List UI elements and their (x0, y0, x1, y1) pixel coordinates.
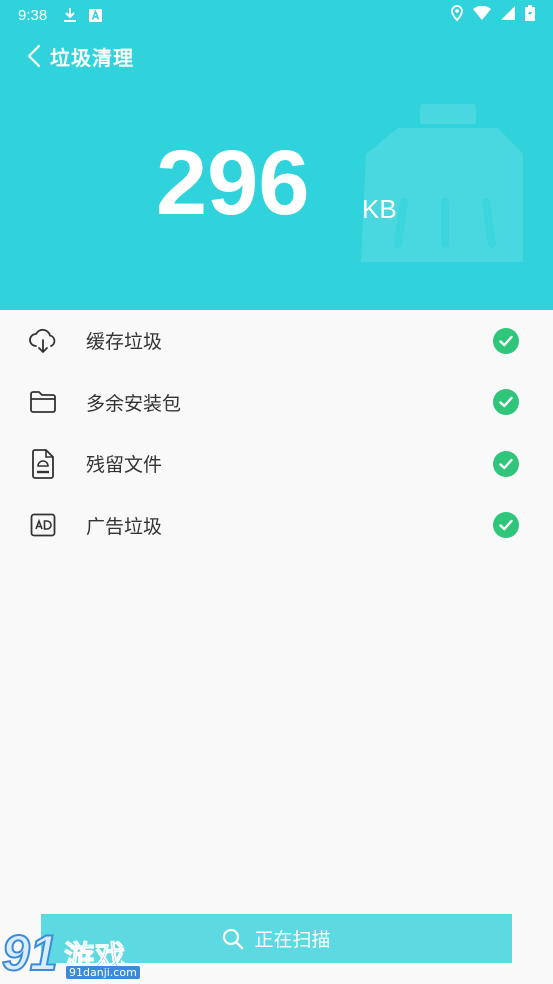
font-a-icon (89, 8, 103, 22)
list-item-ad-junk[interactable]: 广告垃圾 (0, 495, 553, 557)
status-bar: 9:38 (0, 0, 553, 30)
list-item-label: 缓存垃圾 (86, 331, 163, 354)
checked-icon[interactable] (493, 450, 519, 477)
status-right-icons (451, 5, 535, 25)
download-icon (63, 7, 77, 23)
battery-icon (525, 5, 535, 25)
signal-icon (501, 6, 515, 24)
wifi-icon (473, 5, 491, 24)
location-icon (451, 5, 463, 25)
ad-icon (28, 510, 58, 540)
apk-file-icon (28, 448, 58, 479)
status-time: 9:38 (18, 6, 48, 24)
junk-size-unit: KB (362, 194, 397, 224)
scan-button-label: 正在扫描 (254, 929, 331, 951)
top-bar: 垃圾清理 (0, 36, 553, 76)
list-item-extra-packages[interactable]: 多余安装包 (0, 372, 553, 434)
watermark-logo-number: 91 (1, 924, 59, 982)
list-item-label: 残留文件 (86, 454, 163, 477)
back-button[interactable] (14, 36, 54, 76)
header-banner: 9:38 垃圾清理 296 KB (0, 0, 553, 310)
list-item-label: 多余安装包 (86, 392, 182, 415)
checked-icon[interactable] (493, 327, 519, 354)
watermark-site: 91danji.com (66, 966, 140, 979)
junk-category-list: 缓存垃圾 多余安装包 残留文件 广告垃圾 (0, 310, 553, 556)
page-title: 垃圾清理 (50, 45, 134, 70)
chevron-left-icon (27, 44, 41, 68)
checked-icon[interactable] (493, 512, 519, 539)
cloud-download-icon (28, 326, 58, 356)
junk-size-value: 296 (156, 132, 310, 234)
checked-icon[interactable] (493, 389, 519, 416)
trash-bin-illustration-icon (361, 104, 523, 262)
list-item-label: 广告垃圾 (86, 515, 163, 538)
list-item-residual-files[interactable]: 残留文件 (0, 433, 553, 495)
folder-icon (28, 387, 58, 417)
search-icon (222, 928, 244, 950)
list-item-cache-junk[interactable]: 缓存垃圾 (0, 310, 553, 372)
